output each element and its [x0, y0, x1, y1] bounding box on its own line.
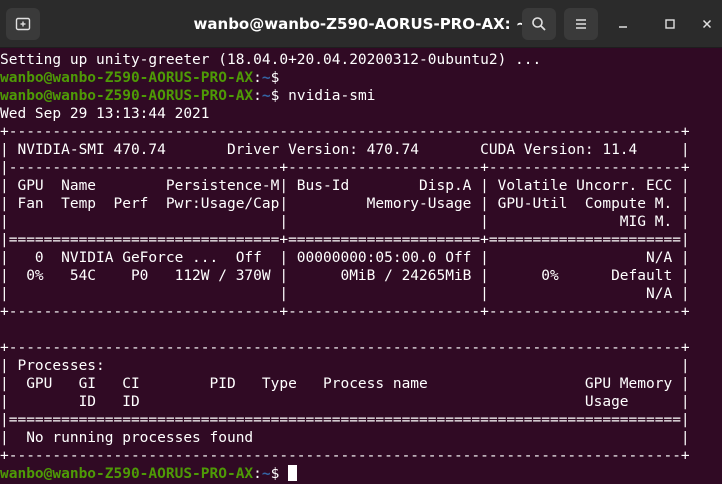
output-line: | | | N/A | [0, 286, 690, 302]
title-bar: wanbo@wanbo-Z590-AORUS-PRO-AX: ~ [0, 0, 722, 48]
text-cursor [288, 465, 298, 481]
prompt-path: ~ [261, 466, 271, 482]
output-line: +-------------------------------+-------… [0, 304, 690, 320]
prompt-line: wanbo@wanbo-Z590-AORUS-PRO-AX:~$ nvidia-… [0, 87, 722, 105]
prompt-symbol: $ [270, 466, 289, 482]
output-line: | No running processes found | [0, 430, 690, 446]
output-line: Setting up unity-greeter (18.04.0+20.04.… [0, 52, 542, 68]
prompt-colon: : [253, 88, 262, 104]
output-line: | Processes: | [0, 358, 690, 374]
output-line: | NVIDIA-SMI 470.74 Driver Version: 470.… [0, 142, 690, 158]
command-text: nvidia-smi [288, 88, 376, 104]
output-line: | GPU GI CI PID Type Process name GPU Me… [0, 376, 690, 392]
output-line: +---------------------------------------… [0, 124, 690, 140]
terminal-output[interactable]: Setting up unity-greeter (18.04.0+20.04.… [0, 51, 722, 484]
output-line: Wed Sep 29 13:13:44 2021 [0, 106, 210, 122]
minimize-icon [619, 26, 627, 28]
close-button[interactable] [697, 14, 717, 34]
prompt-colon: : [253, 70, 262, 86]
prompt-colon: : [253, 466, 262, 482]
prompt-path: ~ [261, 70, 271, 86]
prompt-user-host: wanbo@wanbo-Z590-AORUS-PRO-AX [0, 88, 254, 104]
new-tab-button[interactable] [6, 8, 40, 40]
menu-button[interactable] [564, 8, 598, 40]
prompt-line: wanbo@wanbo-Z590-AORUS-PRO-AX:~$ [0, 465, 722, 483]
output-line: | ID ID Usage | [0, 394, 690, 410]
minimize-button[interactable] [613, 14, 633, 34]
hamburger-menu-icon [576, 19, 586, 29]
output-line: |-------------------------------+-------… [0, 160, 690, 176]
new-tab-icon [15, 17, 31, 31]
search-icon [532, 17, 546, 31]
prompt-line: wanbo@wanbo-Z590-AORUS-PRO-AX:~$ [0, 69, 722, 87]
output-line: +---------------------------------------… [0, 448, 690, 464]
maximize-button[interactable] [660, 14, 680, 34]
close-icon [702, 19, 712, 29]
output-line: | 0 NVIDIA GeForce ... Off | 00000000:05… [0, 250, 690, 266]
output-line: | Fan Temp Perf Pwr:Usage/Cap| Memory-Us… [0, 196, 690, 212]
output-line: | | | MIG M. | [0, 214, 690, 230]
output-line: |=======================================… [0, 412, 690, 428]
terminal-window: wanbo@wanbo-Z590-AORUS-PRO-AX: ~ Setting… [0, 0, 722, 484]
output-line: |===============================+=======… [0, 232, 690, 248]
prompt-user-host: wanbo@wanbo-Z590-AORUS-PRO-AX [0, 466, 254, 482]
prompt-path: ~ [261, 88, 271, 104]
output-line: | GPU Name Persistence-M| Bus-Id Disp.A … [0, 178, 690, 194]
output-line: +---------------------------------------… [0, 340, 690, 356]
maximize-icon [665, 19, 675, 29]
prompt-symbol: $ [270, 70, 289, 86]
search-button[interactable] [522, 8, 556, 40]
prompt-user-host: wanbo@wanbo-Z590-AORUS-PRO-AX [0, 70, 254, 86]
prompt-symbol: $ [270, 88, 289, 104]
output-line: | 0% 54C P0 112W / 370W | 0MiB / 24265Mi… [0, 268, 690, 284]
